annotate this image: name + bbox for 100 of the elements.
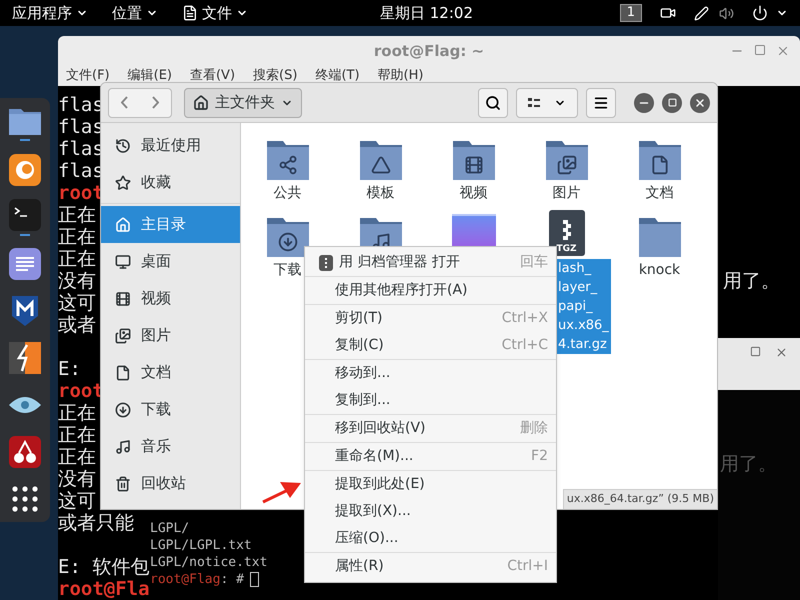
file-label: 文档: [644, 184, 674, 202]
terminal-line: 正在: [58, 402, 96, 424]
menu-button[interactable]: [586, 88, 616, 118]
workspace-indicator[interactable]: 1: [620, 4, 642, 22]
menu-item[interactable]: 文件(F): [66, 66, 110, 86]
sidebar-item[interactable]: 最近使用: [101, 127, 240, 164]
terminal-line: E: 软件包: [58, 556, 150, 578]
music-note-icon: [115, 438, 131, 454]
home-icon: [193, 94, 209, 110]
terminal-line: 用了。: [720, 453, 777, 475]
download-icon: [278, 232, 298, 252]
film-icon: [115, 290, 131, 306]
close-icon[interactable]: [776, 44, 790, 58]
sidebar-item[interactable]: 回收站: [101, 465, 240, 502]
pictures-icon: [556, 155, 576, 175]
terminal-line: 这可: [58, 490, 96, 512]
shell-prompt: root: [58, 182, 104, 204]
terminal-line: 没有: [58, 270, 96, 292]
maximize-icon: [668, 98, 676, 107]
terminal-line: 正在: [58, 204, 96, 226]
close-icon: [694, 96, 706, 108]
menu-item[interactable]: 复制(C) Ctrl+C: [305, 332, 556, 359]
clock[interactable]: 星期日 12:02: [380, 2, 473, 24]
lightning-icon[interactable]: [9, 342, 41, 374]
text-editor-icon[interactable]: [9, 248, 41, 280]
status-bar: ux.x86_64.tar.gz” (9.5 MB): [562, 489, 717, 509]
sidebar-item[interactable]: 桌面: [101, 243, 240, 280]
file-label: 视频: [458, 184, 488, 202]
terminal-line: LGPL/LGPL.txt: [150, 537, 252, 554]
clock-icon: [115, 138, 131, 154]
file-label: 公共: [272, 184, 302, 202]
maximize-button[interactable]: [662, 92, 682, 112]
menu-item[interactable]: 压缩(O)...: [305, 525, 556, 552]
menu-item[interactable]: 终端(T): [315, 66, 360, 86]
terminal-icon[interactable]: [9, 198, 41, 231]
film-icon: [464, 155, 484, 175]
top-menu[interactable]: 文件: [182, 2, 248, 24]
folder-icon[interactable]: [358, 139, 402, 181]
top-menu[interactable]: 位置: [112, 2, 158, 24]
shell-prompt: root: [58, 380, 104, 402]
terminal-line: 正在: [58, 226, 96, 248]
document-icon: [650, 155, 670, 175]
folder-icon[interactable]: [638, 139, 682, 181]
volume-icon[interactable]: [719, 6, 734, 20]
home-icon: [115, 216, 131, 232]
download-icon: [115, 402, 131, 418]
menu-item[interactable]: 帮助(H): [378, 66, 424, 86]
maximize-icon[interactable]: [750, 346, 761, 357]
close-icon[interactable]: [775, 346, 788, 359]
menu-item[interactable]: 属性(R) Ctrl+I: [305, 553, 556, 580]
menu-item[interactable]: 提取到此处(E): [305, 471, 556, 498]
terminal-line: LGPL/notice.txt: [150, 554, 268, 571]
app-grid-icon[interactable]: [12, 486, 38, 512]
minimize-button[interactable]: [634, 92, 654, 112]
pen-icon[interactable]: [694, 6, 709, 20]
share-icon: [278, 155, 298, 175]
cherry-icon[interactable]: [9, 436, 41, 468]
file-label: knock: [638, 261, 682, 279]
terminal-line: 没有: [58, 468, 96, 490]
sidebar-item[interactable]: 收藏: [101, 164, 240, 201]
triangle-icon: [370, 155, 390, 175]
sidebar-item[interactable]: 图片: [101, 317, 240, 354]
window-title: root@Flag: ~: [374, 40, 484, 62]
shield-icon[interactable]: [10, 294, 40, 328]
maximize-icon[interactable]: [754, 44, 766, 56]
menu-item[interactable]: 使用其他程序打开(A): [305, 277, 556, 304]
sidebar-item[interactable]: 文档: [101, 354, 240, 391]
menu-item[interactable]: 移动到...: [305, 360, 556, 387]
menu-item[interactable]: 提取到(X)...: [305, 498, 556, 525]
file-label: lash_ layer_ papi_ ux.x86_ 4.tar.gz: [557, 259, 611, 354]
zipper-icon: [562, 220, 570, 240]
menu-item[interactable]: 重命名(M)... F2: [305, 443, 556, 470]
eye-icon[interactable]: [8, 394, 42, 415]
folder-icon[interactable]: [266, 139, 310, 181]
document-icon: [115, 364, 131, 380]
menu-item[interactable]: 搜索(S): [253, 66, 298, 86]
menu-item[interactable]: 复制到...: [305, 387, 556, 414]
view-options-button[interactable]: [516, 88, 578, 118]
sidebar-item[interactable]: 音乐: [101, 428, 240, 465]
sidebar-item[interactable]: 主目录: [101, 206, 240, 243]
terminal-line: 正在: [58, 248, 96, 270]
menu-item[interactable]: 剪切(T) Ctrl+X: [305, 305, 556, 332]
terminal-line: 或者只能: [58, 512, 134, 534]
menu-item[interactable]: 编辑(E): [128, 66, 172, 86]
path-button[interactable]: 主文件夹: [184, 88, 302, 118]
shell-prompt: root@Fla: [58, 578, 150, 600]
power-icon[interactable]: [752, 5, 768, 21]
folder-icon[interactable]: [638, 216, 682, 258]
sidebar-item[interactable]: 下载: [101, 391, 240, 428]
terminal-line: 正在: [58, 424, 96, 446]
menu-item[interactable]: 查看(V): [190, 66, 236, 86]
folder-icon[interactable]: [544, 139, 588, 181]
search-button[interactable]: [478, 88, 508, 118]
terminal-line: LGPL/: [150, 520, 190, 537]
top-menu[interactable]: 应用程序: [12, 2, 88, 24]
sidebar-item[interactable]: 视频: [101, 280, 240, 317]
menu-item[interactable]: 移到回收站(V) 删除: [305, 415, 556, 442]
shell-prompt: root@Flag: [150, 571, 220, 588]
close-button[interactable]: [690, 92, 710, 112]
terminal-line: E:: [58, 358, 81, 380]
